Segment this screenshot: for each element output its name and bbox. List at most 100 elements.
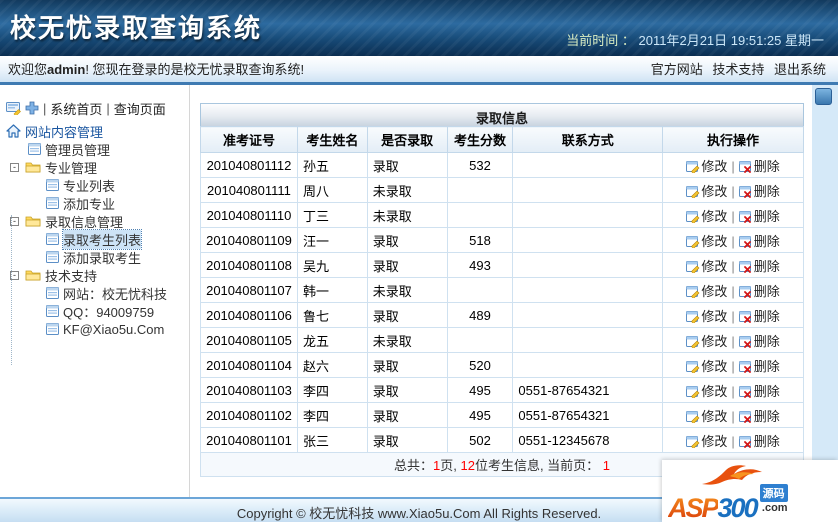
sidebar-item-技术支持[interactable]: - 技术支持 xyxy=(6,266,189,284)
contact-info xyxy=(512,177,664,203)
username: admin xyxy=(47,61,86,77)
delete-icon xyxy=(738,185,753,198)
document-icon xyxy=(46,233,59,245)
sidebar-item-录取考生列表[interactable]: 录取考生列表 xyxy=(6,228,189,250)
delete-link[interactable]: 删除 xyxy=(738,259,780,274)
sidebar-item-QQ：94009759[interactable]: QQ：94009759 xyxy=(6,302,189,320)
edit-label: 修改 xyxy=(701,333,728,349)
delete-icon xyxy=(738,235,753,248)
edit-link[interactable]: 修改 xyxy=(686,309,727,324)
action-separator: | xyxy=(731,283,735,299)
sidebar-item-管理员管理[interactable]: 管理员管理 xyxy=(6,140,189,158)
edit-link[interactable]: 修改 xyxy=(686,334,727,349)
main-area: | 系统首页 | 查询页面 网站内容管理 管理员管理 - 专业管理 专业列表 添加专业 -… xyxy=(0,85,838,497)
delete-link[interactable]: 删除 xyxy=(738,184,780,199)
separator: | xyxy=(106,100,110,116)
official-site-link[interactable]: 官方网站 xyxy=(651,62,703,77)
sidebar-item-网站：校无忧科技[interactable]: 网站：校无忧科技 xyxy=(6,284,189,302)
minus-expand-icon[interactable]: - xyxy=(10,162,19,172)
student-score: 493 xyxy=(446,252,514,278)
asp300-logo-text: ASP300 源码 .com xyxy=(668,484,788,522)
sidebar-root-item[interactable]: 网站内容管理 xyxy=(6,122,189,140)
contact-info: 0551-12345678 xyxy=(512,427,664,453)
edit-icon xyxy=(686,360,700,374)
edit-link[interactable]: 修改 xyxy=(686,384,727,399)
row-actions: 修改 | 删除 xyxy=(662,277,804,303)
page-unit: 页, xyxy=(440,458,461,473)
sidebar-link-home[interactable]: 系统首页 xyxy=(50,99,102,118)
collapse-button[interactable] xyxy=(815,88,832,105)
edit-link[interactable]: 修改 xyxy=(686,284,727,299)
welcome-message: 欢迎您admin! 您现在登录的是校无忧录取查询系统! xyxy=(8,59,304,78)
delete-label: 删除 xyxy=(753,383,780,399)
sidebar-item-录取信息管理[interactable]: - 录取信息管理 xyxy=(6,212,189,230)
delete-link[interactable]: 删除 xyxy=(738,284,780,299)
row-actions: 修改 | 删除 xyxy=(662,227,804,253)
delete-link[interactable]: 删除 xyxy=(738,434,780,449)
sidebar-tree: 管理员管理 - 专业管理 专业列表 添加专业 - 录取信息管理 录取考生列表 添加录取考生 - 技术… xyxy=(6,140,189,338)
delete-link[interactable]: 删除 xyxy=(738,234,780,249)
ticket-number: 201040801102 xyxy=(200,402,298,428)
edit-label: 修改 xyxy=(701,233,728,249)
edit-label: 修改 xyxy=(701,358,728,374)
edit-link[interactable]: 修改 xyxy=(686,359,727,374)
column-header-联系方式: 联系方式 xyxy=(512,126,664,153)
row-actions: 修改 | 删除 xyxy=(662,177,804,203)
sidebar-item-label: QQ：94009759 xyxy=(63,304,155,320)
sidebar: | 系统首页 | 查询页面 网站内容管理 管理员管理 - 专业管理 专业列表 添加专业 -… xyxy=(0,85,190,497)
student-score: 495 xyxy=(446,402,514,428)
edit-link[interactable]: 修改 xyxy=(686,259,727,274)
action-separator: | xyxy=(731,308,735,324)
sidebar-item-专业管理[interactable]: - 专业管理 xyxy=(6,158,189,176)
edit-icon xyxy=(686,410,700,424)
delete-link[interactable]: 删除 xyxy=(738,309,780,324)
sidebar-item-KF@Xiao5u.Com[interactable]: KF@Xiao5u.Com xyxy=(6,320,189,338)
time-value: 2011年2月21日 19:51:25 星期一 xyxy=(638,33,824,48)
student-score xyxy=(446,202,514,228)
document-icon xyxy=(28,143,41,155)
sidebar-link-query[interactable]: 查询页面 xyxy=(114,99,166,118)
column-header-考生分数: 考生分数 xyxy=(446,126,514,153)
edit-form-icon xyxy=(6,101,22,117)
column-header-考生姓名: 考生姓名 xyxy=(296,126,368,153)
student-name: 赵六 xyxy=(296,352,368,378)
delete-label: 删除 xyxy=(753,158,780,174)
copyright-text: Copyright © 校无忧科技 www.Xiao5u.Com All Rig… xyxy=(236,506,602,521)
student-score: 489 xyxy=(446,302,514,328)
tech-support-link[interactable]: 技术支持 xyxy=(712,62,764,77)
delete-link[interactable]: 删除 xyxy=(738,383,780,399)
delete-link[interactable]: 删除 xyxy=(738,158,780,174)
delete-icon xyxy=(738,160,753,173)
edit-label: 修改 xyxy=(701,283,728,299)
logout-link[interactable]: 退出系统 xyxy=(774,62,826,77)
delete-icon xyxy=(738,360,753,373)
table-header-row: 准考证号 考生姓名 是否录取 考生分数 联系方式 执行操作 xyxy=(200,126,804,153)
edit-icon xyxy=(686,210,700,224)
action-separator: | xyxy=(731,258,735,274)
edit-link[interactable]: 修改 xyxy=(686,209,727,224)
sidebar-item-添加专业[interactable]: 添加专业 xyxy=(6,194,189,212)
edit-link[interactable]: 修改 xyxy=(686,409,727,424)
delete-link[interactable]: 删除 xyxy=(738,209,780,224)
delete-link[interactable]: 删除 xyxy=(738,334,780,349)
delete-link[interactable]: 删除 xyxy=(738,359,780,374)
edit-link[interactable]: 修改 xyxy=(686,434,727,449)
delete-link[interactable]: 删除 xyxy=(738,409,780,424)
document-icon xyxy=(46,323,59,335)
sidebar-item-专业列表[interactable]: 专业列表 xyxy=(6,176,189,194)
logo-asp: ASP xyxy=(668,493,720,522)
contact-info xyxy=(512,352,664,378)
logo-300: 300 xyxy=(717,493,759,522)
admission-status: 未录取 xyxy=(366,277,448,303)
delete-icon xyxy=(738,385,753,398)
sidebar-item-label: 网站：校无忧科技 xyxy=(63,286,168,302)
admission-status: 未录取 xyxy=(366,327,448,353)
sidebar-item-添加录取考生[interactable]: 添加录取考生 xyxy=(6,248,189,266)
edit-link[interactable]: 修改 xyxy=(686,234,727,249)
sidebar-item-label: 添加录取考生 xyxy=(63,250,142,266)
delete-icon xyxy=(738,410,753,423)
edit-link[interactable]: 修改 xyxy=(686,184,727,199)
edit-icon xyxy=(686,185,700,199)
delete-icon xyxy=(738,435,753,448)
edit-link[interactable]: 修改 xyxy=(686,159,727,174)
